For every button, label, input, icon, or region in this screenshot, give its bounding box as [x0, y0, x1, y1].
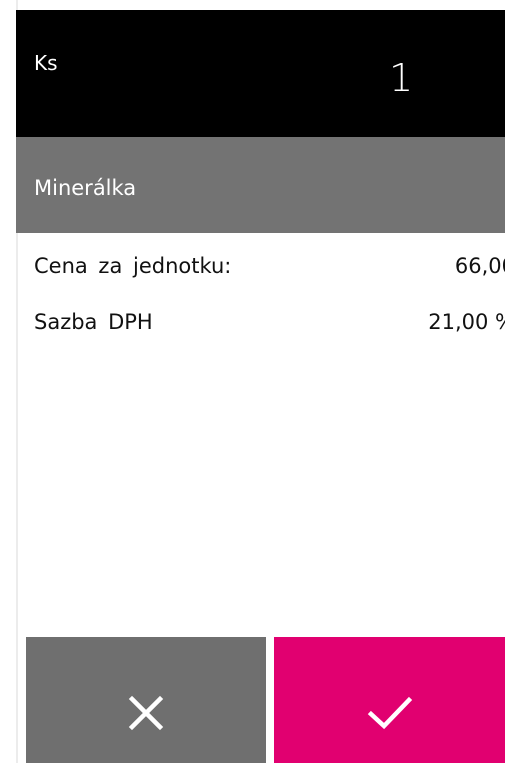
unit-price-value: 66,00 [454, 254, 505, 278]
quantity-value[interactable]: 1 [389, 56, 413, 100]
vat-rate-row: Sazba DPH 21,00 % [34, 308, 505, 340]
product-title-bar: Minerálka [16, 137, 505, 233]
product-name: Minerálka [34, 176, 137, 200]
quantity-label: Ks [34, 51, 58, 75]
check-icon [367, 696, 412, 730]
vat-rate-value: 21,00 % [428, 310, 505, 334]
pos-item-dialog: Ks 1 Minerálka Cena za jednotku: 66,00 S… [0, 0, 505, 763]
vat-rate-label: Sazba DPH [34, 310, 153, 334]
cancel-button[interactable] [26, 637, 266, 763]
confirm-button[interactable] [274, 637, 505, 763]
quantity-header: Ks 1 [16, 10, 505, 137]
unit-price-row: Cena za jednotku: 66,00 [34, 252, 505, 284]
unit-price-label: Cena za jednotku: [34, 254, 232, 278]
close-icon [128, 695, 164, 731]
